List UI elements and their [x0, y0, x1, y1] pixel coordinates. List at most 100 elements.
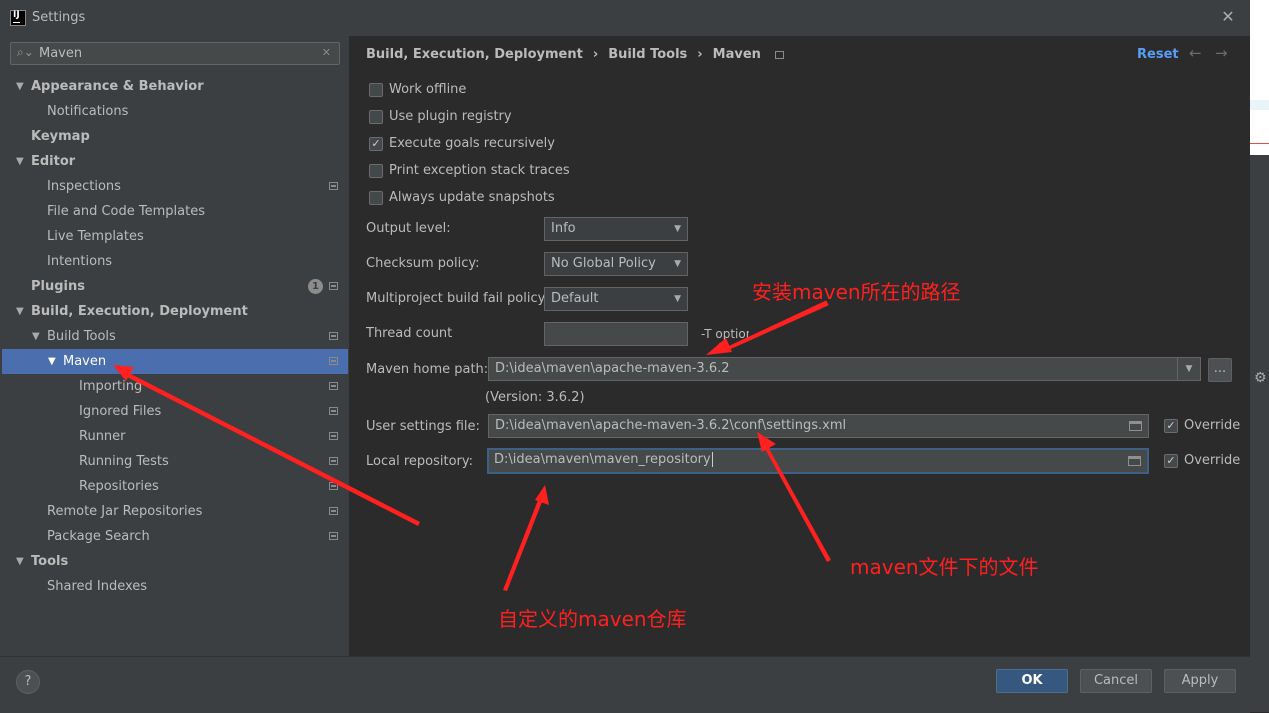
tree-item-live-templates[interactable]: Live Templates — [2, 224, 348, 249]
breadcrumb-item: Maven — [712, 47, 761, 62]
reset-link[interactable]: Reset — [1137, 47, 1179, 62]
tree-item-editor[interactable]: ▼ Editor — [2, 149, 348, 174]
chevron-down-icon[interactable]: ▼ — [32, 324, 40, 349]
tree-item-label: Build Tools — [47, 329, 116, 344]
project-settings-icon — [329, 282, 338, 290]
output-level-dropdown[interactable]: Info ▼ — [544, 217, 688, 241]
tree-item-label: Appearance & Behavior — [31, 79, 204, 94]
tree-item-label: Shared Indexes — [47, 579, 148, 594]
project-settings-icon — [329, 357, 338, 365]
project-settings-icon — [329, 332, 338, 340]
chevron-down-icon[interactable]: ▼ — [16, 549, 24, 574]
tree-item-keymap[interactable]: Keymap — [2, 124, 348, 149]
tree-item-inspections[interactable]: Inspections — [2, 174, 348, 199]
tree-item-intentions[interactable]: Intentions — [2, 249, 348, 274]
project-settings-icon — [329, 382, 338, 390]
local-repository-override-checkbox[interactable]: ✓ — [1164, 454, 1178, 468]
plugins-update-badge: 1 — [308, 279, 323, 294]
project-settings-icon — [329, 532, 338, 540]
settings-search-box[interactable]: ⌕⌄ ✕ — [10, 42, 340, 65]
tree-item-label: Plugins — [31, 279, 85, 294]
tree-item-label: Tools — [31, 554, 69, 569]
output-level-label: Output level: — [366, 221, 451, 236]
project-settings-icon — [329, 182, 338, 190]
tree-item-build-tools[interactable]: ▼ Build Tools — [2, 324, 348, 349]
tree-item-remote-jar[interactable]: Remote Jar Repositories — [2, 499, 348, 524]
dropdown-arrow-icon: ▼ — [674, 224, 681, 234]
help-button[interactable]: ? — [16, 670, 40, 694]
multiproject-policy-dropdown[interactable]: Default ▼ — [544, 287, 688, 311]
user-settings-label: User settings file: — [366, 419, 480, 434]
annotation-install-path: 安装maven所在的路径 — [752, 280, 961, 304]
tree-item-importing[interactable]: Importing — [2, 374, 348, 399]
maven-home-label: Maven home path: — [366, 362, 489, 377]
background-gear-icon: ⚙ — [1254, 370, 1267, 386]
tree-item-label: Importing — [79, 379, 143, 394]
checksum-policy-dropdown[interactable]: No Global Policy ▼ — [544, 252, 688, 276]
annotation-custom-repo: 自定义的maven仓库 — [498, 607, 687, 631]
folder-icon[interactable] — [1129, 421, 1142, 431]
plugin-registry-checkbox[interactable] — [369, 110, 383, 124]
tree-item-plugins[interactable]: Plugins 1 — [2, 274, 348, 299]
folder-icon[interactable] — [1128, 456, 1141, 466]
user-settings-input[interactable]: D:\idea\maven\apache-maven-3.6.2\conf\se… — [488, 414, 1149, 438]
checkbox-label: Work offline — [389, 82, 467, 97]
chevron-down-icon[interactable]: ▼ — [16, 74, 24, 99]
checkbox-label: Execute goals recursively — [389, 136, 555, 151]
browse-maven-home-button[interactable]: ... — [1208, 358, 1232, 382]
checkbox-label: Override — [1184, 418, 1241, 433]
text-cursor — [711, 452, 713, 467]
tree-item-build-execution[interactable]: ▼ Build, Execution, Deployment — [2, 299, 348, 324]
project-settings-icon — [329, 482, 338, 490]
print-exception-checkbox[interactable] — [369, 164, 383, 178]
tree-item-package-search[interactable]: Package Search — [2, 524, 348, 549]
tree-item-notifications[interactable]: Notifications — [2, 99, 348, 124]
work-offline-checkbox[interactable] — [369, 83, 383, 97]
project-settings-icon — [329, 507, 338, 515]
project-settings-icon — [329, 457, 338, 465]
tree-item-label: Running Tests — [79, 454, 169, 469]
tree-item-shared-indexes[interactable]: Shared Indexes — [2, 574, 348, 599]
maven-settings-panel: Build, Execution, Deployment › Build Tools… — [349, 36, 1250, 656]
tree-item-label: Package Search — [47, 529, 150, 544]
breadcrumb-item: Build Tools — [608, 47, 688, 62]
close-icon[interactable]: ✕ — [1218, 6, 1238, 28]
forward-arrow-icon[interactable]: → — [1215, 44, 1228, 62]
tree-item-repositories[interactable]: Repositories — [2, 474, 348, 499]
back-arrow-icon[interactable]: ← — [1189, 44, 1202, 62]
apply-button[interactable]: Apply — [1164, 669, 1236, 693]
tree-item-tools[interactable]: ▼ Tools — [2, 549, 348, 574]
user-settings-override-checkbox[interactable]: ✓ — [1164, 419, 1178, 433]
thread-count-input[interactable] — [544, 322, 688, 346]
chevron-down-icon[interactable]: ▼ — [16, 299, 24, 324]
cancel-button[interactable]: Cancel — [1080, 669, 1152, 693]
tree-item-file-templates[interactable]: File and Code Templates — [2, 199, 348, 224]
always-update-checkbox[interactable] — [369, 191, 383, 205]
execute-goals-checkbox[interactable]: ✓ — [369, 137, 383, 151]
checkbox-label: Use plugin registry — [389, 109, 512, 124]
background-editor-area — [1250, 0, 1269, 100]
ok-button[interactable]: OK — [996, 669, 1068, 693]
maven-home-combo[interactable]: D:\idea\maven\apache-maven-3.6.2 ▼ — [488, 357, 1201, 381]
checkbox-label: Override — [1184, 453, 1241, 468]
project-settings-icon — [774, 50, 784, 59]
tree-item-ignored-files[interactable]: Ignored Files — [2, 399, 348, 424]
dropdown-arrow-icon: ▼ — [674, 294, 681, 304]
chevron-down-icon[interactable]: ▼ — [48, 349, 56, 374]
breadcrumb-separator: › — [592, 47, 599, 62]
local-repository-input[interactable]: D:\idea\maven\maven_repository — [487, 448, 1149, 474]
dropdown-arrow-icon[interactable]: ▼ — [1177, 358, 1200, 380]
dialog-footer: ? OK Cancel Apply — [0, 656, 1250, 713]
clear-search-icon[interactable]: ✕ — [322, 46, 331, 59]
tree-item-runner[interactable]: Runner — [2, 424, 348, 449]
thread-count-hint: -T option — [701, 327, 749, 341]
chevron-down-icon[interactable]: ▼ — [16, 149, 24, 174]
tree-item-appearance[interactable]: ▼ Appearance & Behavior — [2, 74, 348, 99]
thread-count-label: Thread count — [366, 326, 453, 341]
tree-item-running-tests[interactable]: Running Tests — [2, 449, 348, 474]
breadcrumb: Build, Execution, Deployment › Build Tools… — [366, 47, 784, 62]
background-red-line — [1250, 143, 1269, 144]
tree-item-maven[interactable]: ▼ Maven — [2, 349, 348, 374]
search-input[interactable] — [39, 44, 319, 63]
tree-item-label: Build, Execution, Deployment — [31, 304, 248, 319]
